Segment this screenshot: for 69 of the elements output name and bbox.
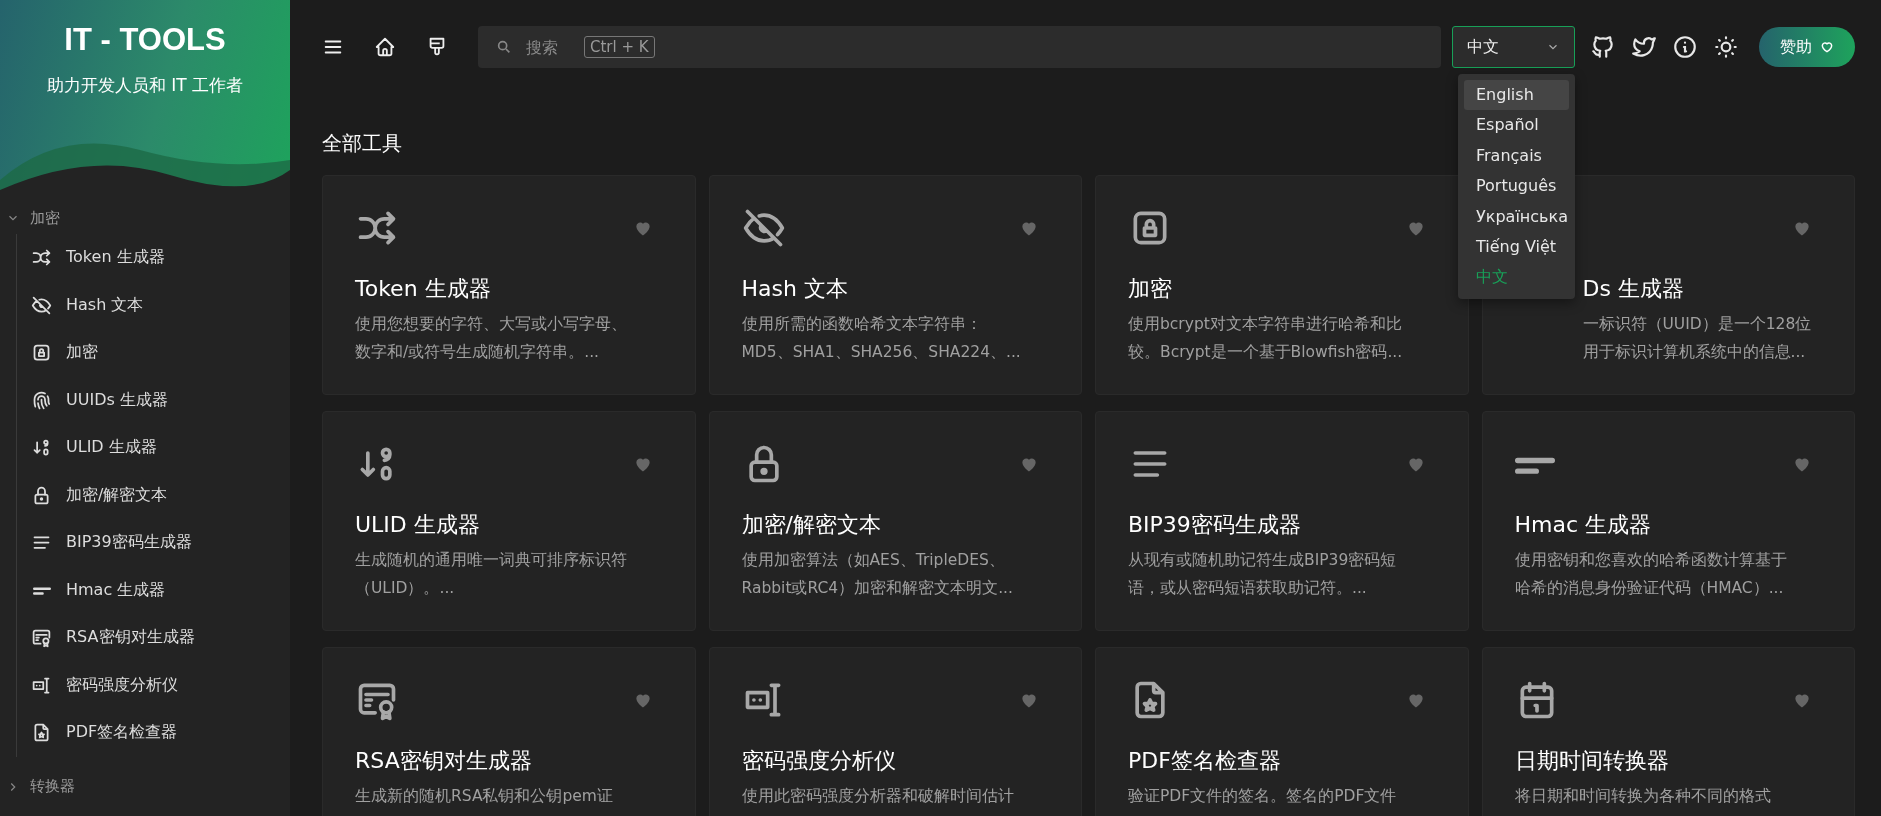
donate-button[interactable]: 赞助 (1759, 27, 1855, 67)
tool-card[interactable]: 密码强度分析仪 使用此密码强度分析器和破解时间估计 (708, 647, 1082, 816)
card-title: Token 生成器 (355, 275, 492, 303)
tool-card[interactable]: Hmac 生成器 使用密钥和您喜欢的哈希函数计算基于 哈希的消息身份验证代码（HMAC）... (1481, 411, 1855, 631)
tool-card[interactable]: 加密 使用bcrypt对文本字符串进行哈希和比 较。Bcrypt是一个基于Blowfish密码... (1095, 175, 1469, 395)
card-description: 验证PDF文件的签名。签名的PDF文件 (1128, 786, 1398, 807)
card-description: 生成新的随机RSA私钥和公钥pem证 (355, 786, 614, 807)
section-title: 全部工具 (322, 130, 402, 157)
sidebar-item[interactable]: ULID 生成器 (17, 424, 290, 472)
tool-card[interactable]: Hash 文本 使用所需的函数哈希文本字符串： MD5、SHA1、SHA256、SHA224、... (708, 175, 1082, 395)
sidebar-item[interactable]: Token 生成器 (17, 234, 290, 282)
card-description: 使用您想要的字符、大写或小写字母、 数字和/或符号生成随机字符串。... (355, 314, 628, 363)
card-title: PDF签名检查器 (1128, 747, 1282, 775)
sidebar-item[interactable]: BIP39密码生成器 (17, 519, 290, 567)
card-title: Hash 文本 (741, 275, 849, 303)
card-description: 一标识符（UUID）是一个128位 用于标识计算机系统中的信息... (1582, 314, 1813, 363)
card-description: 使用此密码强度分析器和破解时间估计 (741, 786, 1015, 807)
category-header[interactable]: 转换器 (0, 770, 290, 803)
category-header[interactable]: 加密 (0, 202, 290, 234)
tool-card[interactable]: BIP39密码生成器 从现有或随机助记符生成BIP39密码短 语，或从密码短语获取助记符。... (1095, 411, 1469, 631)
shortcut-hint: Ctrl + K (584, 36, 655, 58)
card-title: ULID 生成器 (355, 511, 481, 539)
card-description: 生成随机的通用唯一词典可排序标识符 （ULID）。... (355, 550, 628, 599)
card-description: 使用加密算法（如AES、TripleDES、 Rabbit或RC4）加密和解密文本明文... (741, 550, 1014, 599)
search-input[interactable]: 搜索 (524, 36, 572, 58)
sun-icon[interactable] (1713, 34, 1739, 60)
certificate-icon (31, 627, 52, 649)
bird-icon[interactable] (1631, 34, 1657, 60)
tool-card[interactable]: 加密/解密文本 使用加密算法（如AES、TripleDES、 Rabbit或RC4）加密和解密文本明文... (708, 411, 1082, 631)
sidebar-item[interactable]: PDF签名检查器 (17, 709, 290, 757)
tool-card[interactable]: PDF签名检查器 验证PDF文件的签名。签名的PDF文件 (1095, 647, 1469, 816)
card-title: BIP39密码生成器 (1128, 511, 1302, 539)
language-option[interactable]: Español (1464, 110, 1569, 141)
card-title: RSA密钥对生成器 (355, 747, 533, 775)
app-title: IT - TOOLS (64, 22, 226, 58)
tool-card[interactable]: Token 生成器 使用您想要的字符、大写或小写字母、 数字和/或符号生成随机字符串。... (322, 175, 696, 395)
language-select[interactable]: 中文 (1452, 26, 1575, 68)
card-description: 将日期和时间转换为各种不同的格式 (1514, 786, 1772, 807)
card-description: 从现有或随机助记符生成BIP39密码短 语，或从密码短语获取助记符。... (1128, 550, 1398, 599)
home-button[interactable] (374, 36, 396, 58)
short-lines-icon (33, 585, 51, 595)
search-icon (496, 39, 512, 55)
sidebar-item[interactable]: UUIDs 生成器 (17, 376, 290, 424)
card-description: 使用所需的函数哈希文本字符串： MD5、SHA1、SHA256、SHA224、... (741, 314, 1022, 363)
app-subtitle: 助力开发人员和 IT 工作者 (46, 74, 244, 97)
tool-card[interactable]: RSA密钥对生成器 生成新的随机RSA私钥和公钥pem证 (322, 647, 696, 816)
sidebar-item[interactable]: 加密 (17, 329, 290, 377)
language-option[interactable]: Français (1464, 140, 1569, 172)
fingerprint-icon (31, 389, 52, 411)
eye-off-icon (31, 294, 52, 316)
card-title: 加密/解密文本 (741, 511, 882, 539)
card-title: 加密 (1128, 275, 1173, 303)
tool-card[interactable]: 日期时间转换器 将日期和时间转换为各种不同的格式 (1481, 647, 1855, 816)
card-title: 密码强度分析仪 (741, 747, 897, 775)
github-icon[interactable] (1590, 34, 1616, 60)
sidebar-item[interactable]: 加密/解密文本 (17, 471, 290, 519)
sidebar-item[interactable]: Hmac 生成器 (17, 566, 290, 614)
card-title: 日期时间转换器 (1514, 747, 1670, 775)
info-icon[interactable] (1672, 34, 1698, 60)
card-title: Hmac 生成器 (1514, 511, 1653, 539)
sidebar-item[interactable]: 密码强度分析仪 (17, 661, 290, 709)
tool-card[interactable]: ULID 生成器 生成随机的通用唯一词典可排序标识符 （ULID）。... (322, 411, 696, 631)
sidebar-item[interactable]: Hash 文本 (17, 281, 290, 329)
heart-icon (1820, 40, 1834, 54)
language-option[interactable]: English (1464, 80, 1569, 111)
card-title: Ds 生成器 (1582, 275, 1685, 303)
sidebar-item[interactable]: RSA密钥对生成器 (17, 614, 290, 662)
card-description: 使用密钥和您喜欢的哈希函数计算基于 哈希的消息身份验证代码（HMAC）... (1514, 550, 1788, 599)
card-description: 使用bcrypt对文本字符串进行哈希和比 较。Bcrypt是一个基于Blowfish密码... (1128, 314, 1404, 363)
